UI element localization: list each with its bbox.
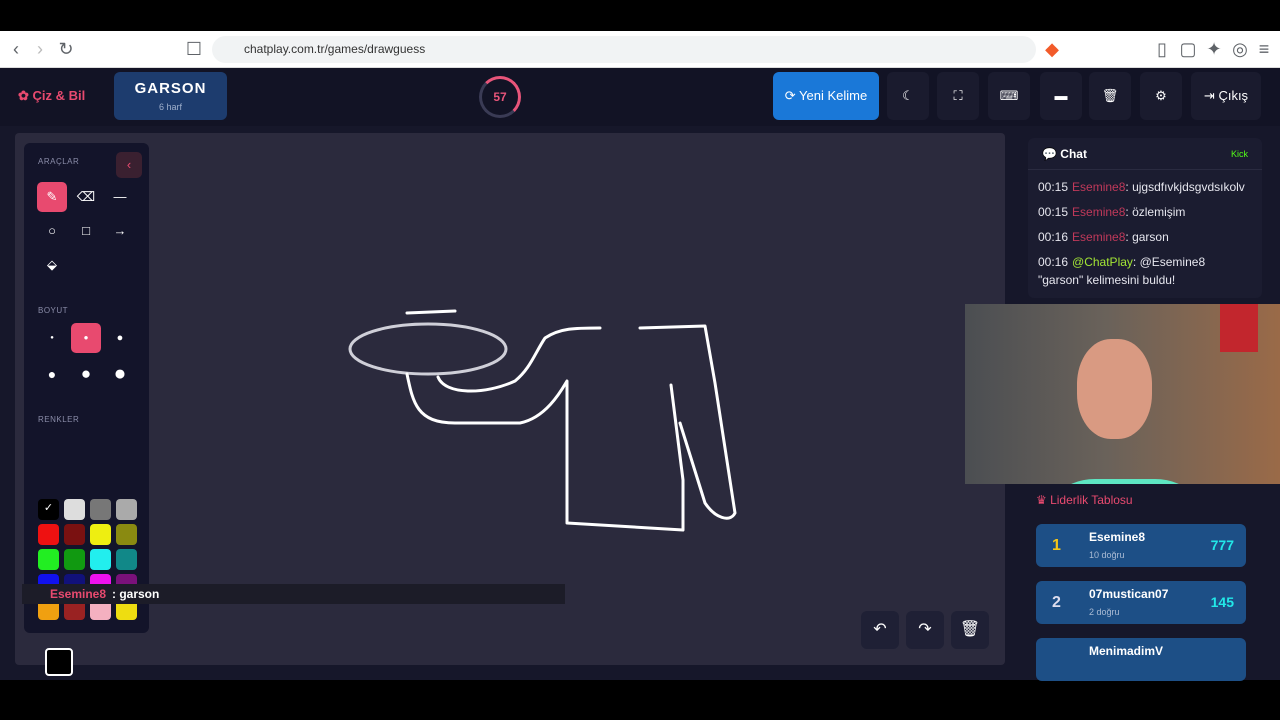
size-l[interactable]: ● (37, 359, 67, 389)
trash-button[interactable]: 🗑 (1089, 72, 1131, 120)
bookmark-icon[interactable]: ☐ (182, 37, 206, 61)
word-box: GARSON 6 harf (114, 72, 227, 120)
reload-icon[interactable]: ↻ (54, 37, 78, 61)
leaderboard-title: ♛ Liderlik Tablosu (1036, 493, 1133, 507)
chat-time: 00:15 (1038, 205, 1069, 219)
color-swatch[interactable] (64, 524, 85, 545)
size-xxl[interactable]: ● (105, 359, 135, 389)
overlay-user: Esemine8 (50, 587, 107, 601)
leader-rank: 1 (1052, 537, 1061, 554)
size-s[interactable]: ● (71, 323, 101, 353)
color-swatch[interactable] (116, 524, 137, 545)
word-hint: 6 harf (158, 102, 182, 112)
leader-sub: 2 doğru (1089, 607, 1120, 617)
undo-button[interactable]: ↶ (861, 611, 899, 649)
chat-time: 00:16 (1038, 230, 1069, 244)
chat-user: @ChatPlay (1072, 255, 1133, 269)
wallet-icon[interactable]: ▢ (1176, 37, 1200, 61)
collapse-chevron-icon[interactable]: ‹ (116, 152, 142, 178)
chat-user: Esemine8 (1072, 180, 1126, 194)
color-swatch[interactable] (64, 549, 85, 570)
color-swatch[interactable] (64, 499, 85, 520)
chat-user: Esemine8 (1072, 205, 1126, 219)
logo: ✿ Çiz & Bil (18, 88, 86, 103)
leaderboard: ♛ Liderlik Tablosu 1 Esemine8 10 doğru 777 2… (1028, 488, 1262, 681)
size-m[interactable]: ● (105, 323, 135, 353)
chat-panel: 💬 Chat Kick 00:15 Esemine8: ujgsdfıvkjdsg… (1028, 138, 1262, 298)
chat-time: 00:16 (1038, 255, 1069, 269)
dark-mode-button[interactable]: ☾ (887, 72, 929, 120)
chat-time: 00:15 (1038, 180, 1069, 194)
redo-button[interactable]: ↷ (906, 611, 944, 649)
settings-button[interactable]: ⚙ (1140, 72, 1182, 120)
circle-tool[interactable]: ○ (37, 216, 67, 246)
keyboard-button[interactable]: ⌨ (988, 72, 1030, 120)
custom-color-swatch[interactable] (45, 648, 73, 676)
size-xs[interactable]: ● (37, 323, 67, 353)
chat-title: 💬 Chat (1042, 147, 1087, 161)
leader-score: 777 (1210, 537, 1234, 553)
kick-badge: Kick (1230, 149, 1248, 159)
size-xl[interactable]: ● (71, 359, 101, 389)
color-swatch[interactable]: ✓ (38, 499, 59, 520)
line-tool[interactable]: — (105, 182, 135, 212)
address-bar[interactable]: chatplay.com.tr/games/drawguess (212, 36, 1036, 63)
tools-title: ARAÇLAR (38, 157, 80, 166)
tools-panel: ARAÇLAR ‹ ✎ ⌫ — ○ □ → ⬙ BOYUT ● ● ● ● ● … (24, 143, 149, 676)
color-swatch[interactable] (90, 549, 111, 570)
chat-message: 00:16 Esemine8: garson (1038, 228, 1252, 246)
vpn-icon[interactable]: ◎ (1228, 37, 1252, 61)
color-swatch[interactable] (38, 524, 59, 545)
clear-button[interactable]: 🗑 (951, 611, 989, 649)
color-swatch[interactable] (116, 549, 137, 570)
timer: 57 (479, 76, 521, 118)
brave-shield-icon[interactable]: ◆ (1040, 37, 1064, 61)
chat-header: 💬 Chat Kick (1028, 138, 1262, 170)
brush-tool[interactable]: ✎ (37, 182, 67, 212)
chat-message: 00:15 Esemine8: ujgsdfıvkjdsgvdsıkolv (1038, 178, 1252, 196)
menu-icon[interactable]: ≡ (1252, 37, 1276, 61)
sidebar-icon[interactable]: ▯ (1150, 37, 1174, 61)
current-word: GARSON (134, 80, 207, 97)
browser-bar: ‹ › ↻ ☐ chatplay.com.tr/games/drawguess … (0, 31, 1280, 68)
leo-icon[interactable]: ✦ (1202, 37, 1226, 61)
game-app: ✿ Çiz & Bil GARSON 6 harf 57 ⟳ Yeni Keli… (0, 68, 1280, 681)
new-word-button[interactable]: ⟳ Yeni Kelime (773, 72, 879, 120)
leader-name: Esemine8 (1089, 530, 1146, 544)
rect-tool[interactable]: □ (71, 216, 101, 246)
leader-score: 145 (1210, 594, 1234, 610)
color-swatch[interactable] (90, 524, 111, 545)
url-text: chatplay.com.tr/games/drawguess (244, 42, 426, 56)
eraser-tool[interactable]: ⌫ (71, 182, 101, 212)
back-icon[interactable]: ‹ (4, 37, 28, 61)
chat-message: 00:15 Esemine8: özlemişim (1038, 203, 1252, 221)
leader-name: MenimadimV (1089, 644, 1164, 658)
fill-tool[interactable]: ⬙ (37, 250, 67, 280)
exit-button[interactable]: ⇥ Çıkış (1191, 72, 1261, 120)
chat-message: 00:16 @ChatPlay: @Esemine8 "garson" kelim… (1038, 253, 1252, 289)
fullscreen-button[interactable]: ⛶ (937, 72, 979, 120)
chat-text: : ujgsdfıvkjdsgvdsıkolv (1125, 180, 1245, 194)
chat-user: Esemine8 (1072, 230, 1126, 244)
colors-title: RENKLER (38, 415, 80, 424)
chat-text: : garson (1125, 230, 1169, 244)
leader-name: 07mustican07 (1089, 587, 1169, 601)
game-header: ✿ Çiz & Bil GARSON 6 harf 57 ⟳ Yeni Keli… (0, 68, 1280, 126)
size-title: BOYUT (38, 306, 69, 315)
arrow-tool[interactable]: → (105, 216, 135, 246)
overlay-text: : garson (112, 587, 160, 601)
leader-sub: 10 doğru (1089, 550, 1125, 560)
leaderboard-row: 1 Esemine8 10 doğru 777 (1036, 524, 1246, 567)
chat-text: : özlemişim (1125, 205, 1186, 219)
leader-rank: 2 (1052, 594, 1061, 611)
leaderboard-row: 2 07mustican07 2 doğru 145 (1036, 581, 1246, 624)
chat-overlay: Esemine8 : garson (22, 584, 565, 604)
color-swatch[interactable] (38, 549, 59, 570)
archive-button[interactable]: ▬ (1040, 72, 1082, 120)
leaderboard-row: MenimadimV (1036, 638, 1246, 681)
color-swatch[interactable] (116, 499, 137, 520)
color-swatch[interactable] (90, 499, 111, 520)
forward-icon[interactable]: › (28, 37, 52, 61)
webcam-feed (965, 304, 1280, 484)
